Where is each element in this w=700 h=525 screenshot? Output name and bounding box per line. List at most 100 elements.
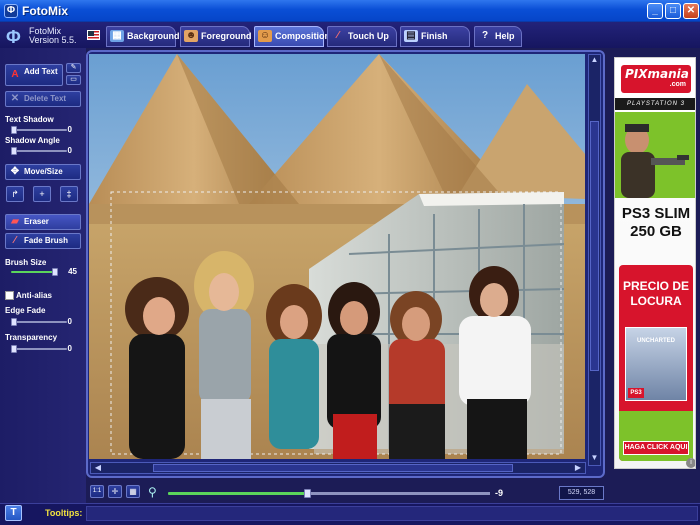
fit-view-button[interactable]: ✛ (108, 485, 122, 498)
zoom-knob[interactable] (304, 489, 311, 498)
zoom-slider-rest (308, 492, 490, 495)
align-center-button[interactable]: + (33, 186, 51, 202)
add-text-icon: A (11, 69, 19, 80)
delete-text-button[interactable]: ✕ Delete Text (5, 91, 81, 107)
face-icon: ☻ (184, 30, 198, 42)
fade-brush-button[interactable]: ⁄ Fade Brush (5, 233, 81, 249)
ps3-slim-text: PS3 SLIM (621, 205, 691, 222)
transparency-label: Transparency (5, 333, 58, 342)
title-bar: Φ FotoMix (0, 0, 700, 22)
scroll-down-icon[interactable]: ▼ (589, 453, 600, 462)
ad-cta-area: HAGA CLICK AQUI (619, 411, 693, 461)
tab-background[interactable]: ▦ Background (106, 26, 180, 47)
tab-help[interactable]: ? Help (474, 26, 522, 47)
help-icon: ? (481, 30, 489, 41)
text-edit-icon[interactable]: ✎ (66, 63, 81, 73)
vertical-scrollbar[interactable]: ▲ ▼ (588, 54, 601, 466)
game-box-image: UNCHARTED PS3 (625, 327, 687, 401)
tab-foreground[interactable]: ☻ Foreground (180, 26, 252, 47)
zoom-value: -9 (495, 488, 504, 498)
pixmania-logo: PIXmania .com (621, 65, 691, 93)
text-shadow-value: 0 (67, 125, 72, 134)
minimize-button[interactable]: _ (647, 3, 663, 19)
add-text-button[interactable]: A Add Text (5, 64, 63, 86)
brush-size-slider[interactable] (11, 271, 55, 273)
language-flag-icon[interactable] (87, 30, 100, 40)
playstation-text: PLAYSTATION 3 (615, 98, 695, 110)
zoom-icon: ⚲ (148, 485, 157, 499)
brush-size-knob[interactable] (52, 268, 58, 276)
brush-size-value: 45 (68, 267, 77, 276)
capacity-text: 250 GB (630, 223, 682, 240)
delete-icon: ✕ (10, 93, 20, 104)
tab-touch-up[interactable]: ⁄ Touch Up (327, 26, 397, 47)
shadow-angle-knob[interactable] (11, 147, 17, 155)
move-size-button[interactable]: ✥ Move/Size (5, 164, 81, 180)
vertical-scroll-thumb[interactable] (590, 121, 599, 371)
composition-canvas[interactable] (89, 54, 585, 459)
landscape-icon: ▦ (110, 30, 124, 42)
scroll-right-icon[interactable]: ▶ (573, 463, 583, 472)
tab-label: Background (127, 31, 180, 41)
eraser-icon: ▰ (11, 216, 19, 227)
text-shadow-label: Text Shadow (5, 115, 54, 124)
move-arrows-icon: ✥ (10, 166, 20, 177)
finish-icon: ▤ (404, 30, 418, 42)
brush-size-label: Brush Size (5, 258, 47, 267)
composition-icon: ☺ (258, 30, 272, 42)
app-version: Version 5.5. (29, 35, 77, 45)
align-top-button[interactable]: ↱ (6, 186, 24, 202)
shadow-angle-label: Shadow Angle (5, 136, 60, 145)
ad-green-panel (615, 112, 695, 198)
zoom-slider[interactable] (168, 492, 490, 495)
transparency-knob[interactable] (11, 345, 17, 353)
app-name-block: FotoMix Version 5.5. (29, 27, 77, 45)
anti-alias-checkbox[interactable] (5, 291, 14, 300)
eraser-button[interactable]: ▰ Eraser (5, 214, 81, 230)
game-character-image (621, 124, 689, 198)
window-title: FotoMix (22, 4, 68, 18)
anti-alias-label: Anti-alias (16, 291, 53, 300)
scroll-up-icon[interactable]: ▲ (589, 55, 600, 64)
text-shadow-knob[interactable] (11, 126, 17, 134)
tab-label: Finish (421, 31, 448, 41)
text-style-icon[interactable]: ▭ (66, 75, 81, 85)
tab-label: Help (495, 31, 515, 41)
tooltips-label: Tooltips: (45, 508, 83, 518)
add-text-label: Add Text (24, 67, 58, 76)
edge-fade-label: Edge Fade (5, 306, 46, 315)
app-icon: Φ (4, 4, 18, 18)
promo-text: PRECIO DE LOCURA (622, 279, 689, 308)
shadow-angle-value: 0 (67, 146, 72, 155)
wand-icon: ⁄ (337, 30, 339, 41)
fade-brush-label: Fade Brush (24, 236, 69, 245)
eraser-label: Eraser (24, 217, 49, 226)
tab-finish[interactable]: ▤ Finish (400, 26, 470, 47)
tab-label: Touch Up (348, 31, 389, 41)
align-vertical-button[interactable]: ‡ (60, 186, 78, 202)
ad-info-icon[interactable]: i (686, 458, 695, 468)
ad-cta-button[interactable]: HAGA CLICK AQUI (623, 441, 689, 455)
move-size-label: Move/Size (24, 167, 63, 176)
text-tool-icon[interactable]: T (5, 505, 22, 521)
delete-text-label: Delete Text (24, 94, 67, 103)
tab-composition[interactable]: ☺ Composition (254, 26, 330, 47)
horizontal-scroll-thumb[interactable] (153, 464, 513, 472)
tab-label: Foreground (201, 31, 252, 41)
edge-fade-knob[interactable] (11, 318, 17, 326)
advertisement-banner[interactable]: PIXmania .com PLAYSTATION 3 PS3 SLIM 250… (614, 57, 696, 469)
ad-promo-panel: PRECIO DE LOCURA UNCHARTED PS3 HAGA CLIC… (619, 265, 693, 461)
maximize-button[interactable]: □ (665, 3, 681, 19)
ps3-badge: PS3 (628, 388, 644, 398)
close-button[interactable]: ✕ (683, 3, 699, 19)
grid-view-button[interactable]: ▦ (126, 485, 140, 498)
edge-fade-value: 0 (67, 317, 72, 326)
horizontal-scrollbar[interactable]: ◀ ▶ (90, 462, 586, 474)
actual-size-button[interactable]: 1:1 (90, 485, 104, 498)
cursor-coordinates: 529, 528 (559, 486, 604, 500)
fotomix-logo: Φ (6, 27, 21, 47)
brush-icon: ⁄ (14, 235, 16, 246)
composition-photo (89, 54, 585, 459)
scroll-left-icon[interactable]: ◀ (93, 463, 103, 472)
tab-label: Composition (275, 31, 330, 41)
